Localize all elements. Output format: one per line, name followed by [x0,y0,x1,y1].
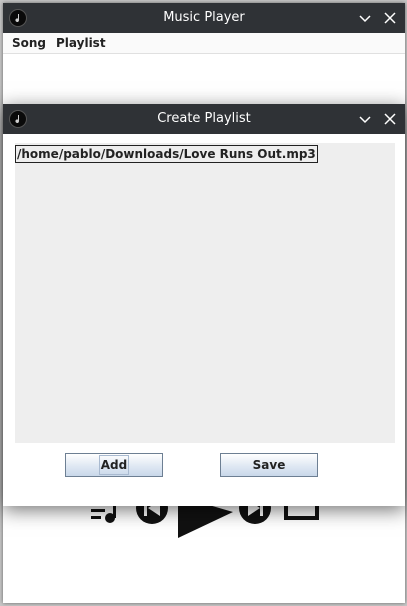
add-button[interactable]: Add [65,453,163,477]
list-item[interactable]: /home/pablo/Downloads/Love Runs Out.mp3 [15,145,318,163]
close-icon[interactable] [380,109,400,129]
menu-playlist[interactable]: Playlist [56,33,106,53]
dialog-title: Create Playlist [157,111,251,126]
add-button-label: Add [98,455,130,475]
chevron-down-icon[interactable] [355,8,375,28]
menu-song[interactable]: Song [12,33,46,53]
close-icon[interactable] [380,8,400,28]
playlist-list[interactable]: /home/pablo/Downloads/Love Runs Out.mp3 [15,143,395,443]
main-window-title: Music Player [163,10,245,25]
dialog-titlebar: Create Playlist [3,104,405,134]
menubar: Song Playlist [3,33,405,54]
chevron-down-icon[interactable] [355,109,375,129]
create-playlist-dialog: Create Playlist /home/pablo/Downloads/Lo… [3,104,405,506]
save-button-label: Save [252,458,286,472]
main-titlebar: Music Player [3,3,405,33]
save-button[interactable]: Save [220,453,318,477]
